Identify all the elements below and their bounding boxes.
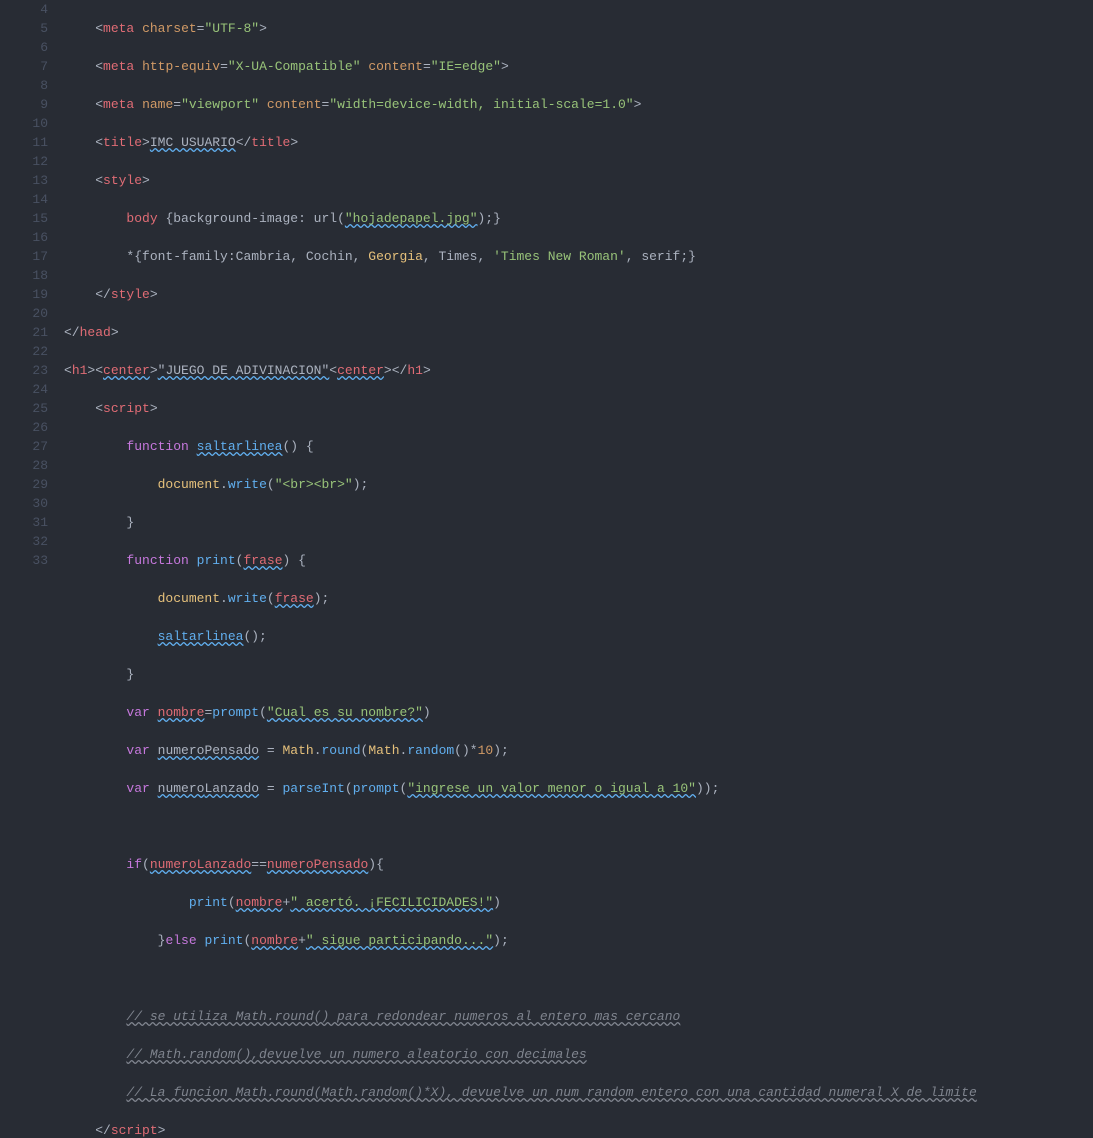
code-line[interactable]: // se utiliza Math.round() para redondea… [64,1007,1093,1026]
line-number: 14 [0,190,48,209]
line-number: 15 [0,209,48,228]
line-number: 19 [0,285,48,304]
code-editor[interactable]: 4 5 6 7 8 9 10 11 12 13 14 15 16 17 18 1… [0,0,1093,569]
line-number: 22 [0,342,48,361]
code-line[interactable]: var nombre=prompt("Cual es su nombre?") [64,703,1093,722]
line-number: 18 [0,266,48,285]
line-number: 30 [0,494,48,513]
line-number: 12 [0,152,48,171]
code-line[interactable]: <meta name="viewport" content="width=dev… [64,95,1093,114]
code-line[interactable]: } [64,513,1093,532]
line-number: 20 [0,304,48,323]
line-number: 8 [0,76,48,95]
code-line[interactable]: <h1><center>"JUEGO DE ADIVINACION"<cente… [64,361,1093,380]
code-line[interactable]: body {background-image: url("hojadepapel… [64,209,1093,228]
line-number-gutter: 4 5 6 7 8 9 10 11 12 13 14 15 16 17 18 1… [0,0,64,569]
code-line[interactable]: // La funcion Math.round(Math.random()*X… [64,1083,1093,1102]
code-line[interactable]: } [64,665,1093,684]
line-number: 13 [0,171,48,190]
line-number: 21 [0,323,48,342]
code-line[interactable]: </script> [64,1121,1093,1138]
line-number: 4 [0,0,48,19]
code-line[interactable]: }else print(nombre+" sigue participando.… [64,931,1093,950]
line-number: 7 [0,57,48,76]
line-number: 32 [0,532,48,551]
code-line[interactable]: <meta charset="UTF-8"> [64,19,1093,38]
line-number: 17 [0,247,48,266]
code-line[interactable]: <title>IMC USUARIO</title> [64,133,1093,152]
code-line[interactable]: </style> [64,285,1093,304]
line-number: 9 [0,95,48,114]
line-number: 26 [0,418,48,437]
line-number: 11 [0,133,48,152]
code-line[interactable] [64,969,1093,988]
code-line[interactable]: saltarlinea(); [64,627,1093,646]
line-number: 25 [0,399,48,418]
line-number: 24 [0,380,48,399]
line-number: 28 [0,456,48,475]
code-line[interactable]: if(numeroLanzado==numeroPensado){ [64,855,1093,874]
line-number: 31 [0,513,48,532]
code-line[interactable]: <meta http-equiv="X-UA-Compatible" conte… [64,57,1093,76]
code-line[interactable]: var numeroLanzado = parseInt(prompt("ing… [64,779,1093,798]
line-number: 16 [0,228,48,247]
code-line[interactable] [64,817,1093,836]
code-line[interactable]: document.write(frase); [64,589,1093,608]
code-line[interactable]: function print(frase) { [64,551,1093,570]
line-number: 6 [0,38,48,57]
code-line[interactable]: <style> [64,171,1093,190]
line-number: 27 [0,437,48,456]
line-number: 10 [0,114,48,133]
code-content[interactable]: <meta charset="UTF-8"> <meta http-equiv=… [64,0,1093,569]
code-line[interactable]: print(nombre+" acertó. ¡FECILICIDADES!") [64,893,1093,912]
line-number: 29 [0,475,48,494]
line-number: 23 [0,361,48,380]
code-line[interactable]: function saltarlinea() { [64,437,1093,456]
code-line[interactable]: </head> [64,323,1093,342]
code-line[interactable]: *{font-family:Cambria, Cochin, Georgia, … [64,247,1093,266]
code-line[interactable]: // Math.random(),devuelve un numero alea… [64,1045,1093,1064]
code-line[interactable]: document.write("<br><br>"); [64,475,1093,494]
line-number: 33 [0,551,48,570]
line-number: 5 [0,19,48,38]
code-line[interactable]: var numeroPensado = Math.round(Math.rand… [64,741,1093,760]
code-line[interactable]: <script> [64,399,1093,418]
